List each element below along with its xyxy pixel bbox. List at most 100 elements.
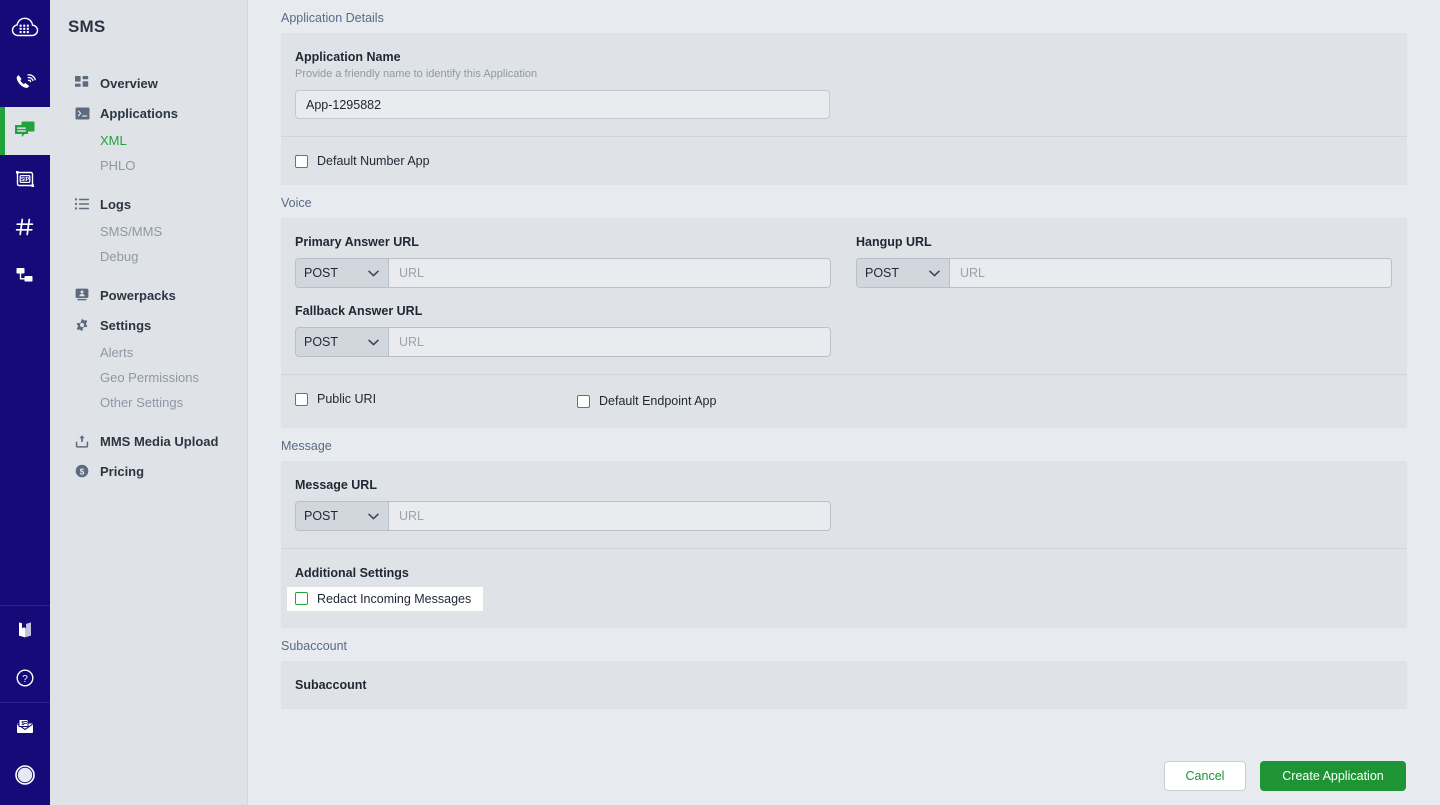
checkbox-label: Default Endpoint App [599, 394, 716, 408]
cancel-button[interactable]: Cancel [1164, 761, 1246, 791]
svg-text:$: $ [80, 466, 85, 476]
rail-spacer [0, 299, 50, 605]
sidebar-subitem-geo-permissions[interactable]: Geo Permissions [50, 365, 247, 390]
rail-item-help[interactable]: ? [0, 654, 50, 702]
sidebar-item-label: Pricing [100, 464, 144, 479]
svg-text:?: ? [22, 674, 28, 685]
voice-right-column: Hangup URL POST [856, 235, 1393, 288]
sidebar-item-label: Overview [100, 76, 158, 91]
fallback-answer-method-wrap: POST [296, 328, 389, 356]
rail-item-sip[interactable]: SIP [0, 155, 50, 203]
primary-answer-url-input[interactable] [389, 259, 830, 287]
create-application-button[interactable]: Create Application [1260, 761, 1406, 791]
nav-gap [50, 57, 247, 68]
fallback-answer-url-input[interactable] [389, 328, 830, 356]
hangup-url-group: POST [856, 258, 1392, 288]
rail-item-flows[interactable] [0, 251, 50, 299]
public-uri-checkbox[interactable]: Public URI [295, 392, 376, 406]
question-circle-icon: ? [14, 667, 36, 689]
primary-answer-method-select[interactable]: POST [296, 259, 389, 287]
dashboard-icon [74, 75, 90, 91]
section-label-message: Message [281, 428, 1407, 461]
voice-checkbox-row: Public URI Default Endpoint App [281, 375, 1407, 428]
rail-item-voice[interactable] [0, 59, 50, 107]
voice-urls-row: Primary Answer URL POST [281, 218, 1407, 374]
default-number-app-checkbox[interactable]: Default Number App [295, 154, 430, 168]
rail-item-billing[interactable]: $ [0, 703, 50, 751]
rail-item-account[interactable] [0, 751, 50, 799]
nodes-icon [13, 263, 37, 287]
checkbox-box-icon [295, 155, 308, 168]
sidebar-item-applications[interactable]: Applications [50, 98, 247, 128]
application-name-label: Application Name [295, 50, 1393, 64]
subaccount-label: Subaccount [295, 678, 1393, 692]
fallback-answer-method-select[interactable]: POST [296, 328, 389, 356]
hash-icon [13, 215, 37, 239]
sidebar-subitem-xml[interactable]: XML [50, 128, 247, 153]
message-url-input[interactable] [389, 502, 830, 530]
panel-subaccount: Subaccount [281, 661, 1407, 709]
sidebar-subitem-sms-mms[interactable]: SMS/MMS [50, 219, 247, 244]
voice-left-column: Primary Answer URL POST [295, 235, 830, 288]
sidebar-item-overview[interactable]: Overview [50, 68, 247, 98]
checkbox-label: Redact Incoming Messages [317, 592, 471, 606]
message-method-select[interactable]: POST [296, 502, 389, 530]
sidebar-subitem-alerts[interactable]: Alerts [50, 340, 247, 365]
panel-voice: Primary Answer URL POST [281, 218, 1407, 428]
avatar-circle-icon [13, 763, 37, 787]
form-footer: Cancel Create Application [248, 745, 1440, 805]
sidebar-item-powerpacks[interactable]: Powerpacks [50, 280, 247, 310]
rail-top-group: SIP [0, 0, 50, 299]
panel-application-details: Application Name Provide a friendly name… [281, 33, 1407, 185]
rail-item-phone-numbers[interactable] [0, 203, 50, 251]
rail-bottom-group: ? $ [0, 606, 50, 805]
sidebar-title: SMS [50, 0, 247, 37]
additional-settings-label: Additional Settings [295, 566, 1393, 580]
hangup-method-select[interactable]: POST [857, 259, 950, 287]
sidebar-item-mms-media-upload[interactable]: MMS Media Upload [50, 426, 247, 456]
terminal-icon [74, 105, 90, 121]
sidebar-subitem-debug[interactable]: Debug [50, 244, 247, 269]
subaccount-row: Subaccount [281, 661, 1407, 709]
fallback-answer-block: Fallback Answer URL POST [295, 304, 1393, 357]
hangup-url-input[interactable] [950, 259, 1391, 287]
sidebar-nav-list: Overview Applications XML PHLO [50, 57, 247, 486]
dollar-circle-icon: $ [74, 463, 90, 479]
sidebar-item-settings[interactable]: Settings [50, 310, 247, 340]
sidebar-item-label: MMS Media Upload [100, 434, 218, 449]
application-name-input[interactable] [295, 90, 830, 119]
sip-trunk-icon: SIP [13, 167, 37, 191]
sidebar-item-label: Powerpacks [100, 288, 176, 303]
message-url-group: POST [295, 501, 831, 531]
rail-item-messaging[interactable] [0, 107, 50, 155]
message-url-label: Message URL [295, 478, 1393, 492]
sidebar-item-label: Applications [100, 106, 178, 121]
default-endpoint-app-checkbox[interactable]: Default Endpoint App [577, 394, 716, 408]
fallback-answer-url-group: POST [295, 327, 831, 357]
rail-item-docs[interactable] [0, 606, 50, 654]
section-label-voice: Voice [281, 185, 1407, 218]
main-content: Application Details Application Name Pro… [248, 0, 1440, 805]
checkbox-label: Default Number App [317, 154, 430, 168]
platform-logo[interactable] [0, 3, 50, 53]
fallback-answer-url-label: Fallback Answer URL [295, 304, 1393, 318]
sidebar: SMS Overview [50, 0, 248, 805]
checkbox-box-icon [577, 395, 590, 408]
sidebar-item-pricing[interactable]: $ Pricing [50, 456, 247, 486]
voice-url-columns: Primary Answer URL POST [295, 235, 1393, 288]
upload-icon [74, 433, 90, 449]
redact-incoming-messages-checkbox[interactable]: Redact Incoming Messages [287, 587, 483, 611]
application-name-hint: Provide a friendly name to identify this… [295, 68, 1393, 80]
powerpack-icon [74, 287, 90, 303]
sidebar-subitem-phlo[interactable]: PHLO [50, 153, 247, 178]
form-scroll-area: Application Details Application Name Pro… [248, 0, 1440, 745]
sidebar-item-logs[interactable]: Logs [50, 189, 247, 219]
list-icon [74, 196, 90, 212]
sidebar-subitem-other-settings[interactable]: Other Settings [50, 390, 247, 415]
hangup-method-wrap: POST [857, 259, 950, 287]
primary-answer-url-label: Primary Answer URL [295, 235, 830, 249]
primary-answer-url-group: POST [295, 258, 831, 288]
invoice-envelope-icon: $ [14, 716, 36, 738]
checkbox-box-icon [295, 393, 308, 406]
book-icon [14, 619, 36, 641]
